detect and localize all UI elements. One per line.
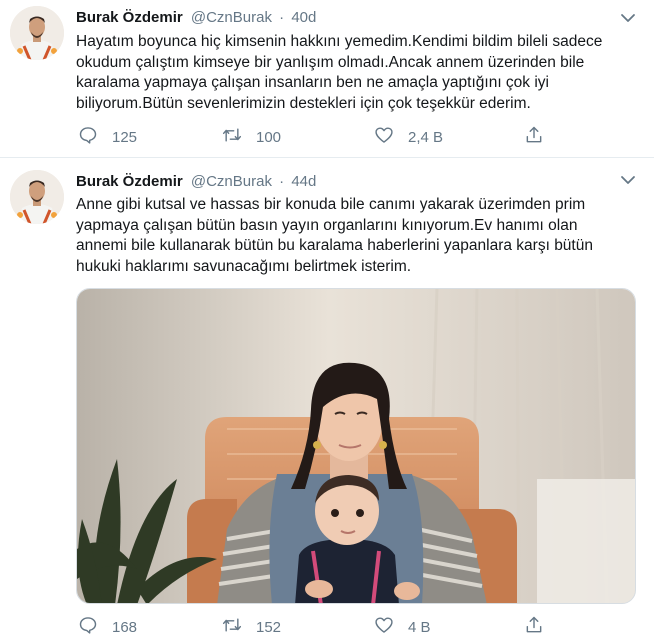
avatar[interactable] xyxy=(10,6,64,60)
tweet-photo[interactable] xyxy=(76,288,636,604)
author-handle[interactable]: @CznBurak xyxy=(191,173,272,190)
share-button[interactable] xyxy=(524,126,544,148)
share-icon xyxy=(524,615,544,639)
avatar[interactable] xyxy=(10,170,64,224)
tweet[interactable]: Burak Özdemir @CznBurak · 40d Hayatım bo… xyxy=(0,0,654,158)
chevron-down-icon[interactable] xyxy=(620,172,636,188)
reply-count: 125 xyxy=(112,128,138,146)
retweet-count: 152 xyxy=(256,618,282,636)
retweet-icon xyxy=(222,615,242,639)
share-button[interactable] xyxy=(524,616,544,638)
tweet-text-line: biliyorum.Bütün sevenlerimizin destekler… xyxy=(76,94,531,112)
tweet-header: Burak Özdemir @CznBurak · 44d xyxy=(76,172,316,192)
retweet-count: 100 xyxy=(256,128,282,146)
like-count: 4 B xyxy=(408,618,431,636)
tweet-text-line: yapmaya çalışan bütün basın yayın organl… xyxy=(76,216,578,234)
like-button[interactable]: 2,4 B xyxy=(374,126,443,148)
tweet-time[interactable]: 44d xyxy=(291,173,316,190)
author-name[interactable]: Burak Özdemir xyxy=(76,9,183,26)
heart-icon xyxy=(374,615,394,639)
author-handle[interactable]: @CznBurak xyxy=(191,9,272,26)
tweet-time[interactable]: 40d xyxy=(291,9,316,26)
reply-button[interactable]: 125 xyxy=(78,126,137,148)
reply-icon xyxy=(78,615,98,639)
heart-icon xyxy=(374,125,394,149)
like-count: 2,4 B xyxy=(408,128,444,146)
tweet-text-line: Hayatım boyunca hiç kimsenin hakkını yem… xyxy=(76,33,603,50)
tweet-text-line: karalama yapmaya çalışan insanların ben … xyxy=(76,74,549,91)
reply-count: 168 xyxy=(112,618,138,636)
share-icon xyxy=(524,125,544,149)
separator: · xyxy=(279,9,285,26)
reply-icon xyxy=(78,125,98,149)
tweet[interactable]: Burak Özdemir @CznBurak · 44d Anne gibi … xyxy=(0,158,654,642)
tweet-text-line: hukuki haklarımı savunacağımı belirtmek … xyxy=(76,257,412,275)
reply-button[interactable]: 168 xyxy=(78,616,137,638)
tweet-text-line: annemi bile kullanarak bütün bu karalama… xyxy=(76,237,593,254)
tweet-text-line: okudum çalıştım kimseye bir yanlışım olm… xyxy=(76,53,585,71)
retweet-button[interactable]: 152 xyxy=(222,616,281,638)
tweet-text: Anne gibi kutsal ve hassas bir konuda bi… xyxy=(76,195,636,277)
tweet-header: Burak Özdemir @CznBurak · 40d xyxy=(76,8,316,28)
retweet-icon xyxy=(222,125,242,149)
tweet-text: Hayatım boyunca hiç kimsenin hakkını yem… xyxy=(76,32,636,114)
tweet-actions: 125 100 2,4 B xyxy=(78,126,548,148)
author-name[interactable]: Burak Özdemir xyxy=(76,173,183,190)
like-button[interactable]: 4 B xyxy=(374,616,431,638)
tweet-text-line: Anne gibi kutsal ve hassas bir konuda bi… xyxy=(76,196,586,213)
retweet-button[interactable]: 100 xyxy=(222,126,281,148)
tweet-actions: 168 152 4 B xyxy=(78,616,548,638)
chevron-down-icon[interactable] xyxy=(620,10,636,26)
separator: · xyxy=(279,173,285,190)
